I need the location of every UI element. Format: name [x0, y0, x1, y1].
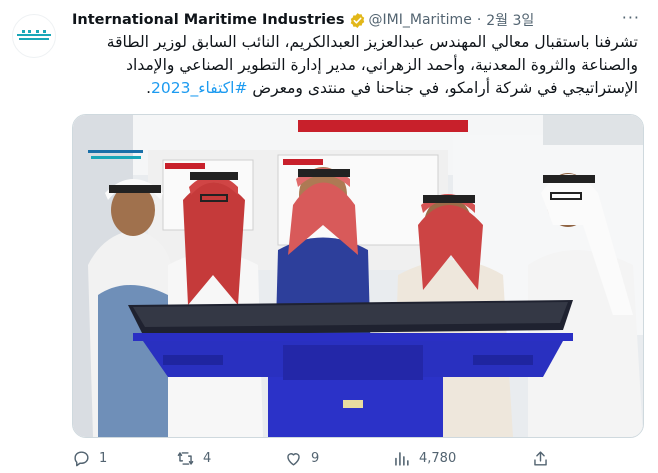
separator-dot: ·: [476, 12, 482, 28]
verified-badge-icon[interactable]: [349, 12, 366, 29]
reply-count: 1: [99, 450, 108, 466]
tweet-actions: 1 4 9 4,780: [72, 446, 646, 470]
more-icon[interactable]: ···: [622, 8, 640, 27]
reply-icon: [74, 450, 89, 466]
views-button[interactable]: 4,780: [392, 449, 456, 468]
author-name[interactable]: International Maritime Industries: [72, 12, 345, 28]
tweet-header: International Maritime Industries @IMI_M…: [72, 10, 646, 30]
like-count: 9: [311, 450, 320, 466]
reply-button[interactable]: 1: [72, 449, 107, 468]
tweet-photo[interactable]: [72, 114, 644, 438]
author-handle[interactable]: @IMI_Maritime: [369, 12, 472, 28]
hashtag-link[interactable]: #اكتفاء_2023: [151, 79, 247, 97]
share-button[interactable]: [531, 449, 550, 468]
retweet-icon: [177, 451, 194, 465]
tweet-text: تشرفنا باستقبال معالي المهندس عبدالعزيز …: [72, 31, 638, 100]
exhibition-photo: [73, 115, 643, 437]
share-icon: [534, 450, 547, 466]
imi-logo-icon: [17, 30, 51, 40]
retweet-count: 4: [203, 450, 212, 466]
views-count: 4,780: [419, 450, 457, 466]
tweet-date[interactable]: 2월 3일: [486, 10, 534, 30]
avatar[interactable]: [12, 14, 56, 58]
retweet-button[interactable]: 4: [176, 449, 211, 468]
like-icon: [287, 452, 300, 466]
like-button[interactable]: 9: [284, 449, 319, 468]
views-icon: [395, 451, 409, 466]
